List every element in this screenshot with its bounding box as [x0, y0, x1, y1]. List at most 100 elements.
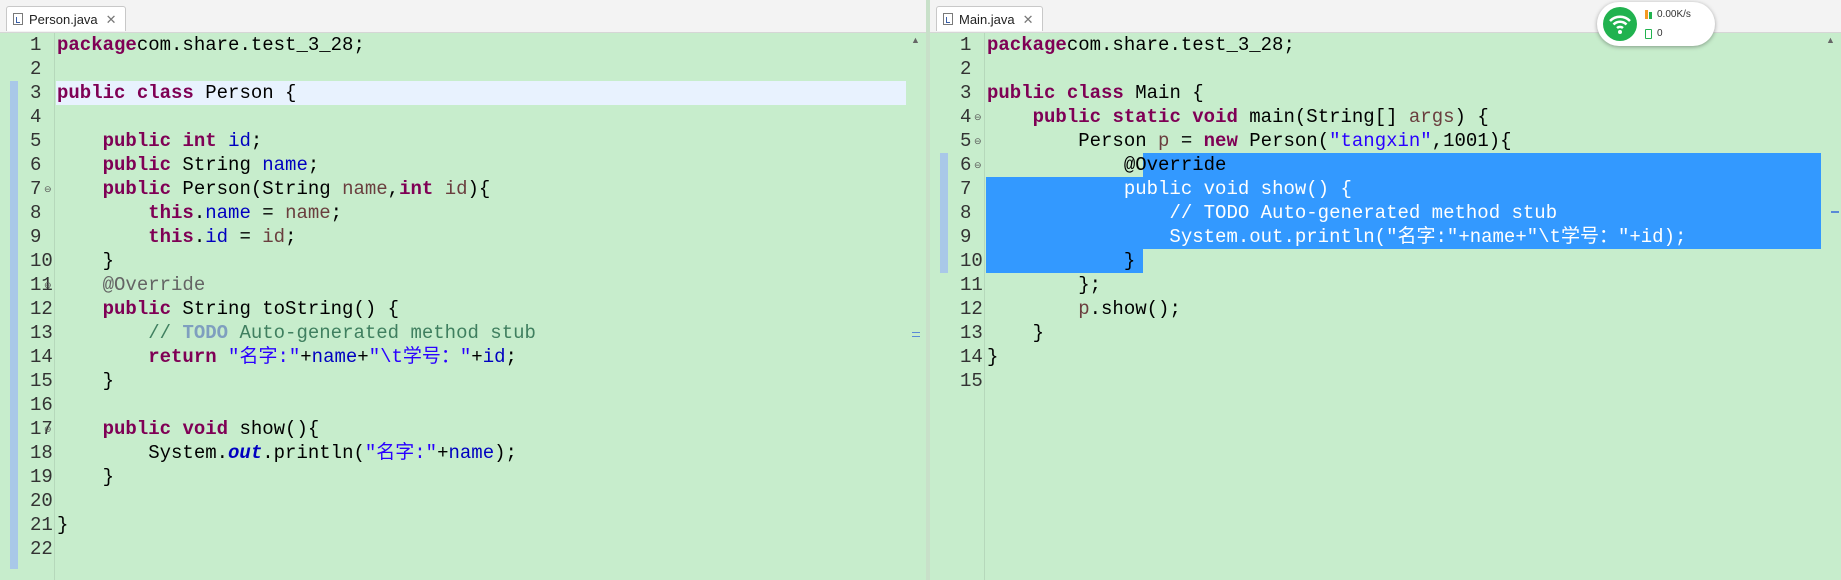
code-line[interactable] — [56, 537, 906, 561]
line-number: 15 — [960, 370, 983, 392]
code-editor[interactable]: 1 2 3 4 5 6 7 ⊖ 8 9 10 11 ⊖ 12 13 14 15 16 17 ⊖ 18 19 20 21 22 p… — [0, 33, 926, 580]
fold-toggle-icon[interactable]: ⊖ — [974, 112, 982, 123]
speed-value: 0.00K/s — [1657, 9, 1691, 20]
line-number: 13 — [30, 322, 53, 344]
tab-label: Person.java — [29, 11, 98, 27]
fold-toggle-icon[interactable]: ⊖ — [974, 160, 982, 171]
code-line[interactable]: } — [56, 249, 906, 273]
line-number: 14 — [960, 346, 983, 368]
editor-tab-bar: Person.java ✕ — [0, 0, 926, 33]
line-number: 15 — [30, 370, 53, 392]
code-line[interactable]: } — [986, 249, 1821, 273]
code-line[interactable]: public String name; — [56, 153, 906, 177]
code-line[interactable]: System.out.println("名字:"+name); — [56, 441, 906, 465]
line-number: 6 — [30, 154, 42, 176]
code-line[interactable]: p.show(); — [986, 297, 1821, 321]
code-line[interactable] — [56, 489, 906, 513]
close-icon[interactable]: ✕ — [106, 13, 117, 26]
code-line[interactable]: public void show() { — [986, 177, 1821, 201]
line-number: 19 — [30, 466, 53, 488]
line-number: 12 — [960, 298, 983, 320]
code-line[interactable]: @Override — [56, 273, 906, 297]
code-line[interactable]: this.name = name; — [56, 201, 906, 225]
code-text-area[interactable]: packagecom.share.test_3_28; public class … — [986, 33, 1821, 580]
code-line[interactable]: } — [56, 513, 906, 537]
code-line[interactable]: } — [986, 345, 1821, 369]
code-line[interactable]: public class Person { — [56, 81, 906, 105]
count-value: 0 — [1657, 28, 1663, 39]
line-number: 5 — [30, 130, 42, 152]
code-line[interactable]: return "名字:"+name+"\t学号："+id; — [56, 345, 906, 369]
line-number: 3 — [960, 82, 972, 104]
speed-icon — [1645, 10, 1653, 19]
code-line[interactable] — [986, 57, 1821, 81]
wifi-icon — [1603, 7, 1637, 41]
line-number: 10 — [30, 250, 53, 272]
code-line[interactable]: Person p = new Person("tangxin",1001){ — [986, 129, 1821, 153]
line-number: 9 — [960, 226, 972, 248]
line-number: 12 — [30, 298, 53, 320]
code-line[interactable]: System.out.println("名字:"+name+"\t学号："+id… — [986, 225, 1821, 249]
code-line[interactable]: @Override — [986, 153, 1821, 177]
fold-toggle-icon[interactable]: ⊖ — [44, 424, 52, 435]
overview-marker — [1831, 211, 1839, 213]
line-number: 18 — [30, 442, 53, 464]
code-line[interactable]: } — [986, 321, 1821, 345]
line-number: 11 — [960, 274, 983, 296]
code-line[interactable]: public class Main { — [986, 81, 1821, 105]
vertical-scrollbar[interactable]: ▲ — [906, 33, 926, 580]
fold-toggle-icon[interactable]: ⊖ — [44, 184, 52, 195]
fold-toggle-icon[interactable]: ⊖ — [974, 136, 982, 147]
code-line[interactable] — [56, 105, 906, 129]
code-line[interactable] — [986, 369, 1821, 393]
line-number: 22 — [30, 538, 53, 560]
scroll-up-icon[interactable]: ▲ — [1826, 35, 1835, 45]
code-line[interactable]: this.id = id; — [56, 225, 906, 249]
fold-toggle-icon[interactable]: ⊖ — [44, 280, 52, 291]
tab-main-java[interactable]: Main.java ✕ — [936, 6, 1043, 31]
code-line[interactable] — [56, 57, 906, 81]
code-line[interactable]: public static void main(String[] args) { — [986, 105, 1821, 129]
tab-person-java[interactable]: Person.java ✕ — [6, 6, 126, 31]
close-icon[interactable]: ✕ — [1023, 13, 1034, 26]
code-line[interactable] — [56, 393, 906, 417]
line-number-gutter: 1 2 3 4 5 6 7 ⊖ 8 9 10 11 ⊖ 12 13 14 15 16 17 ⊖ 18 19 20 21 22 — [20, 33, 55, 580]
editor-main-java: Main.java ✕ 1 2 3 4 ⊖ 5 ⊖ 6 ⊖ 7 8 9 10 11 12 13 14 15 pac… — [930, 0, 1841, 580]
line-number: 3 — [30, 82, 42, 104]
code-line[interactable]: packagecom.share.test_3_28; — [56, 33, 906, 57]
code-line[interactable]: public Person(String name,int id){ — [56, 177, 906, 201]
line-number: 2 — [960, 58, 972, 80]
code-line[interactable]: public int id; — [56, 129, 906, 153]
tab-label: Main.java — [959, 11, 1015, 27]
scroll-up-icon[interactable]: ▲ — [911, 35, 920, 45]
phone-icon — [1645, 28, 1652, 39]
line-number: 10 — [960, 250, 983, 272]
vertical-scrollbar[interactable]: ▲ — [1821, 33, 1841, 580]
code-line[interactable]: }; — [986, 273, 1821, 297]
java-file-icon — [943, 13, 953, 25]
code-editor[interactable]: 1 2 3 4 ⊖ 5 ⊖ 6 ⊖ 7 8 9 10 11 12 13 14 15 packagecom.shar… — [930, 33, 1841, 580]
line-number-gutter: 1 2 3 4 ⊖ 5 ⊖ 6 ⊖ 7 8 9 10 11 12 13 14 15 — [950, 33, 985, 580]
overview-marker — [912, 332, 920, 337]
code-line[interactable]: // TODO Auto-generated method stub — [986, 201, 1821, 225]
line-number: 9 — [30, 226, 42, 248]
network-speed-widget[interactable]: 0.00K/s 0 — [1597, 2, 1715, 46]
annotation-ruler — [930, 33, 950, 580]
upload-speed: 0.00K/s — [1645, 9, 1691, 20]
line-number: 2 — [30, 58, 42, 80]
code-line[interactable]: // TODO Auto-generated method stub — [56, 321, 906, 345]
line-number: 8 — [30, 202, 42, 224]
code-line[interactable]: public String toString() { — [56, 297, 906, 321]
code-line[interactable]: public void show(){ — [56, 417, 906, 441]
line-number: 20 — [30, 490, 53, 512]
line-number: 4 — [30, 106, 42, 128]
code-line[interactable]: } — [56, 369, 906, 393]
code-line[interactable]: } — [56, 465, 906, 489]
java-file-icon — [13, 13, 23, 25]
line-number: 1 — [960, 34, 972, 56]
line-number: 1 — [30, 34, 42, 56]
code-text-area[interactable]: packagecom.share.test_3_28;public class … — [56, 33, 906, 580]
line-number: 14 — [30, 346, 53, 368]
line-number: 21 — [30, 514, 53, 536]
line-number: 16 — [30, 394, 53, 416]
